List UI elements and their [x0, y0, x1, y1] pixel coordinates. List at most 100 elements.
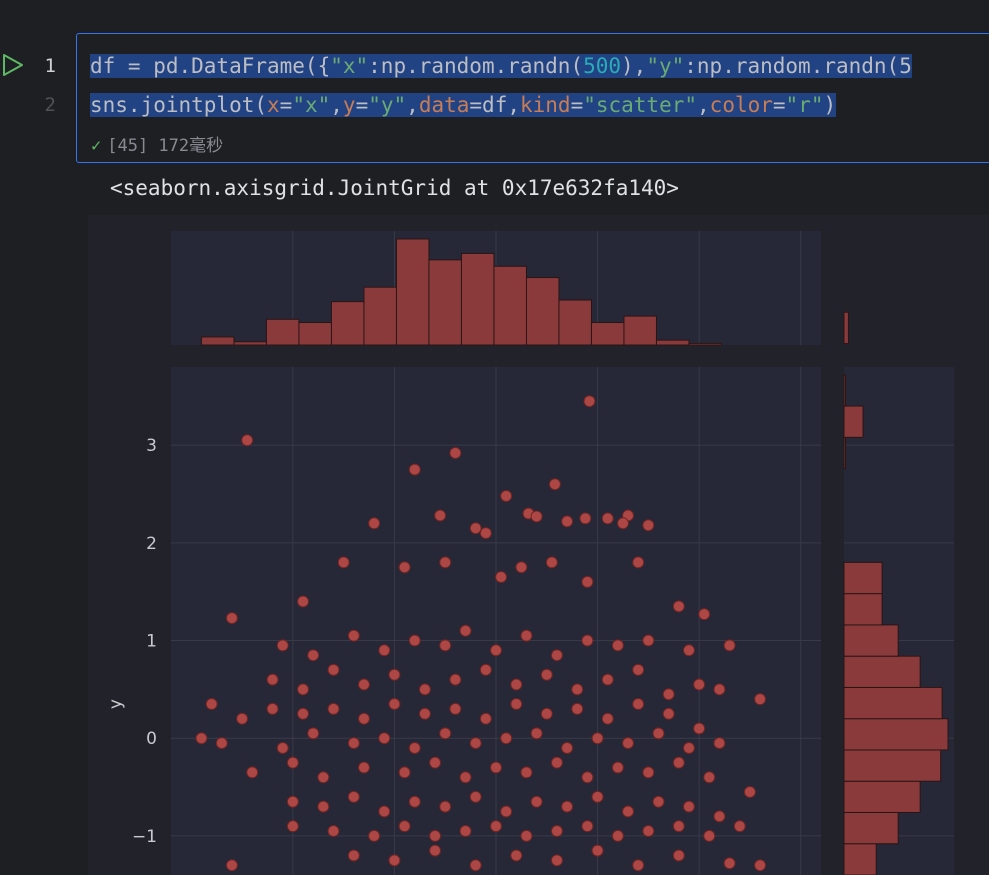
scatter-point — [357, 678, 370, 691]
scatter-point — [408, 742, 421, 754]
scatter-point — [449, 446, 462, 459]
scatter-point — [662, 707, 675, 720]
scatter-point — [510, 678, 523, 691]
scatter-point — [357, 712, 370, 725]
scatter-point — [545, 556, 558, 569]
marginal-x-bar — [330, 301, 365, 346]
code-line-2-token: sns.jointplot( — [90, 93, 268, 117]
scatter-point — [754, 859, 767, 872]
scatter-point — [530, 510, 543, 523]
scatter-point — [439, 556, 452, 569]
line-number-1: 1 — [44, 55, 56, 77]
marginal-y-bar — [843, 561, 883, 595]
check-icon: ✓ — [91, 136, 102, 156]
scatter-point — [347, 790, 360, 803]
scatter-point — [672, 820, 685, 833]
marginal-x-bar — [298, 322, 332, 346]
marginal-y-bar — [843, 655, 921, 688]
marginal-x-bar — [558, 299, 592, 346]
scatter-point — [327, 663, 340, 676]
scatter-point — [693, 678, 706, 691]
scatter-point — [297, 595, 310, 608]
code-line-2-token: , — [330, 93, 343, 117]
scatter-point — [672, 756, 685, 769]
marginal-y-bar — [843, 436, 846, 470]
scatter-point — [713, 683, 726, 696]
marginal-x-bar — [688, 342, 722, 346]
scatter-point — [418, 707, 431, 720]
scatter-point — [490, 761, 502, 774]
code-line-2-token: = — [279, 93, 293, 117]
scatter-point — [439, 800, 452, 813]
scatter-point — [327, 702, 340, 715]
scatter-point — [225, 612, 238, 625]
code-line-1-token: :np.random.randn( — [368, 54, 584, 78]
scatter-point — [530, 795, 543, 808]
scatter-point — [469, 737, 482, 750]
scatter-point — [591, 732, 604, 745]
scatter-point — [713, 810, 726, 823]
scatter-point — [479, 712, 492, 725]
marginal-x-bar — [265, 318, 300, 346]
scatter-point — [297, 707, 310, 720]
scatter-point — [591, 844, 604, 857]
scatter-point — [743, 785, 756, 798]
scatter-point — [388, 854, 401, 867]
marginal-y-bar — [843, 811, 899, 845]
scatter-point — [622, 737, 635, 750]
scatter-point — [611, 761, 624, 774]
code-line-2-token: "scatter" — [583, 93, 698, 117]
scatter-point — [317, 800, 330, 813]
code-line-1-token: "y" — [646, 54, 685, 78]
scatter-point — [388, 668, 401, 681]
scatter-point — [510, 849, 523, 862]
marginal-y-bar — [843, 843, 877, 875]
scatter-point — [642, 825, 655, 838]
scatter-point — [571, 683, 584, 696]
scatter-point — [276, 639, 289, 652]
scatter-point — [642, 519, 655, 532]
scatter-point — [583, 395, 596, 408]
scatter-point — [622, 805, 635, 818]
marginal-x-bar — [655, 339, 690, 346]
scatter-point — [347, 849, 360, 862]
scatter-point — [561, 800, 574, 813]
code-line-1[interactable]: df = pd.DataFrame({"x":np.random.randn(5… — [90, 47, 912, 85]
scatter-point — [611, 829, 624, 842]
scatter-point — [408, 634, 421, 647]
scatter-point — [490, 644, 502, 657]
scatter-point — [733, 820, 746, 833]
scatter-point — [449, 673, 462, 686]
scatter-point — [429, 756, 442, 769]
scatter-point — [550, 649, 563, 662]
scatter-point — [225, 859, 238, 872]
scatter-point — [581, 820, 594, 833]
scatter-point — [459, 624, 472, 637]
code-line-2-token: = — [570, 93, 584, 117]
code-line-2[interactable]: sns.jointplot(x="x",y="y",data=df,kind="… — [90, 86, 837, 124]
execution-time: [45] 172毫秒 — [107, 136, 224, 156]
scatter-point — [682, 644, 695, 657]
scatter-point — [215, 737, 228, 750]
scatter-point — [195, 732, 208, 745]
line-number-2: 2 — [44, 94, 56, 116]
scatter-point — [652, 795, 665, 808]
scatter-point — [286, 756, 299, 769]
code-cell[interactable]: df = pd.DataFrame({"x":np.random.randn(5… — [76, 33, 989, 163]
code-line-1-token: :np.random.randn(5 — [684, 54, 912, 78]
scatter-point — [286, 820, 299, 833]
scatter-point — [713, 737, 726, 750]
scatter-point — [682, 742, 695, 754]
scatter-point — [479, 527, 492, 540]
scatter-point — [642, 634, 655, 647]
scatter-point — [540, 668, 553, 681]
scatter-point — [449, 702, 462, 715]
marginal-x-bar — [428, 259, 462, 346]
jointplot-figure: 3 2 1 0 −1 y — [88, 215, 989, 875]
marginal-y-bar — [843, 749, 942, 782]
marginal-y-bar — [843, 686, 943, 720]
scatter-point — [520, 629, 533, 642]
scatter-point — [520, 829, 533, 842]
scatter-point — [581, 771, 594, 784]
scatter-point — [408, 463, 421, 476]
